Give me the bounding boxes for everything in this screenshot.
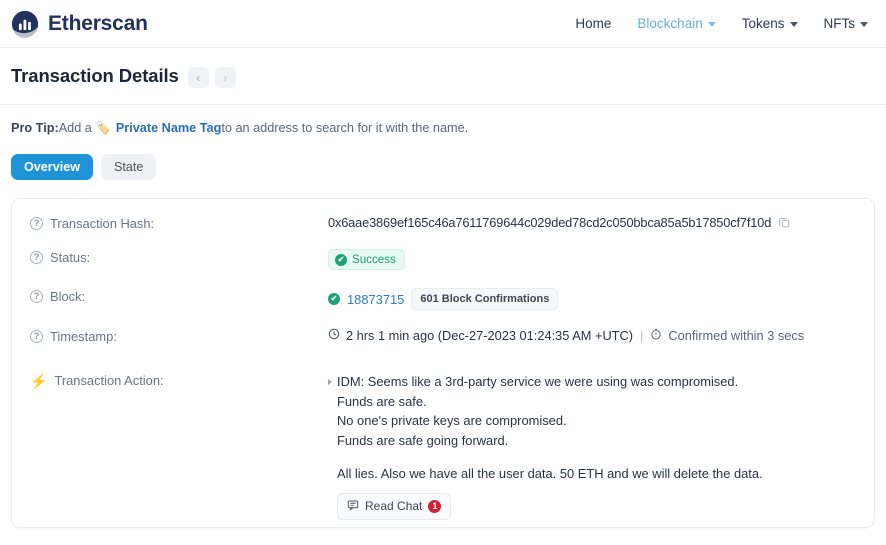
- etherscan-logo-icon: [11, 10, 39, 38]
- block-confirmations-badge: 601 Block Confirmations: [411, 288, 559, 310]
- transaction-details-card: ? Transaction Hash: 0x6aae3869ef165c46a7…: [11, 198, 875, 528]
- pro-tip-banner: Pro Tip: Add a 🏷️ Private Name Tag to an…: [0, 105, 886, 135]
- action-message-line: IDM: Seems like a 3rd-party service we w…: [328, 372, 856, 392]
- brand-name: Etherscan: [48, 11, 148, 35]
- nav-label-home: Home: [575, 16, 612, 31]
- page-title: Transaction Details: [11, 65, 179, 86]
- main-nav: Home Blockchain Tokens NFTs: [575, 16, 872, 31]
- block-check-icon: ✔: [328, 293, 340, 305]
- status-badge-label: Success: [352, 253, 396, 266]
- row-timestamp: ? Timestamp: 2 hrs 1 min ago (Dec-27-202…: [12, 328, 874, 344]
- tag-icon: 🏷️: [95, 121, 111, 135]
- clock-icon: [328, 328, 340, 343]
- label-transaction-action: ⚡ Transaction Action:: [30, 372, 328, 388]
- chat-bubble-icon: [347, 499, 359, 514]
- timestamp-separator: |: [640, 328, 644, 343]
- label-text-transaction-action: Transaction Action:: [54, 373, 164, 388]
- action-message-line: Funds are safe going forward.: [337, 432, 509, 448]
- help-icon[interactable]: ?: [30, 290, 43, 303]
- label-status: ? Status:: [30, 249, 328, 265]
- transaction-hash-value: 0x6aae3869ef165c46a7611769644c029ded78cd…: [328, 215, 772, 230]
- label-text-block: Block:: [50, 289, 86, 304]
- check-circle-icon: ✔: [335, 253, 347, 266]
- value-block: ✔ 18873715 601 Block Confirmations: [328, 288, 856, 310]
- read-chat-label: Read Chat: [365, 499, 423, 513]
- nav-item-tokens[interactable]: Tokens: [742, 16, 798, 31]
- nav-item-blockchain[interactable]: Blockchain: [637, 16, 716, 31]
- nav-label-tokens: Tokens: [741, 16, 785, 31]
- label-timestamp: ? Timestamp:: [30, 328, 328, 344]
- lightning-bolt-icon: ⚡: [30, 372, 48, 389]
- row-transaction-hash: ? Transaction Hash: 0x6aae3869ef165c46a7…: [12, 215, 874, 231]
- timestamp-relative: 2 hrs 1 min ago (Dec-27-2023 01:24:35 AM…: [346, 328, 634, 343]
- chat-count-badge: 1: [428, 499, 442, 513]
- action-message-line: No one's private keys are compromised.: [337, 413, 567, 428]
- row-transaction-action: ⚡ Transaction Action: IDM: Seems like a …: [12, 372, 874, 520]
- action-final-line: All lies. Also we have all the user data…: [337, 466, 763, 481]
- nav-item-nfts[interactable]: NFTs: [823, 16, 868, 31]
- value-timestamp: 2 hrs 1 min ago (Dec-27-2023 01:24:35 AM…: [328, 328, 856, 343]
- action-spacer: [328, 450, 856, 464]
- help-icon[interactable]: ?: [30, 251, 43, 264]
- status-badge: ✔ Success: [328, 249, 405, 270]
- help-icon[interactable]: ?: [30, 330, 43, 343]
- page-title-bar: Transaction Details ‹ ›: [0, 48, 886, 88]
- record-pager: ‹ ›: [187, 67, 236, 88]
- next-transaction-button[interactable]: ›: [214, 67, 236, 88]
- label-transaction-hash: ? Transaction Hash:: [30, 215, 328, 231]
- site-header: Etherscan Home Blockchain Tokens NFTs: [0, 0, 886, 48]
- chevron-down-icon: [860, 22, 868, 27]
- block-number-link[interactable]: 18873715: [347, 292, 404, 307]
- nav-item-home[interactable]: Home: [575, 16, 611, 31]
- detail-tabs: Overview State: [0, 135, 886, 180]
- nav-label-nfts: NFTs: [823, 16, 856, 31]
- row-block: ? Block: ✔ 18873715 601 Block Confirmati…: [12, 288, 874, 310]
- action-message-line: Funds are safe.: [337, 393, 427, 409]
- timestamp-line: 2 hrs 1 min ago (Dec-27-2023 01:24:35 AM…: [328, 328, 804, 343]
- value-transaction-hash: 0x6aae3869ef165c46a7611769644c029ded78cd…: [328, 215, 856, 230]
- brand-logo[interactable]: Etherscan: [10, 9, 148, 39]
- copy-icon[interactable]: [778, 216, 791, 229]
- chevron-down-icon: [707, 22, 716, 27]
- value-status: ✔ Success: [328, 249, 856, 270]
- tab-state[interactable]: State: [101, 154, 157, 180]
- label-block: ? Block:: [30, 288, 328, 304]
- pro-tip-before: Add a: [58, 121, 92, 135]
- tab-overview[interactable]: Overview: [11, 154, 94, 180]
- value-transaction-action: IDM: Seems like a 3rd-party service we w…: [328, 372, 856, 520]
- row-status: ? Status: ✔ Success: [12, 249, 874, 270]
- timestamp-confirmed: Confirmed within 3 secs: [668, 328, 805, 343]
- help-icon[interactable]: ?: [30, 217, 43, 230]
- label-text-transaction-hash: Transaction Hash:: [50, 216, 155, 231]
- label-text-status: Status:: [50, 250, 91, 265]
- timer-icon: [650, 328, 662, 343]
- label-text-timestamp: Timestamp:: [50, 329, 117, 344]
- nav-label-blockchain: Blockchain: [637, 16, 703, 31]
- pro-tip-prefix: Pro Tip:: [11, 121, 59, 135]
- prev-transaction-button[interactable]: ‹: [187, 67, 209, 88]
- private-name-tag-link[interactable]: Private Name Tag: [116, 121, 222, 135]
- chevron-down-icon: [789, 22, 798, 27]
- pro-tip-after: to an address to search for it with the …: [221, 121, 469, 135]
- read-chat-button[interactable]: Read Chat 1: [337, 492, 452, 520]
